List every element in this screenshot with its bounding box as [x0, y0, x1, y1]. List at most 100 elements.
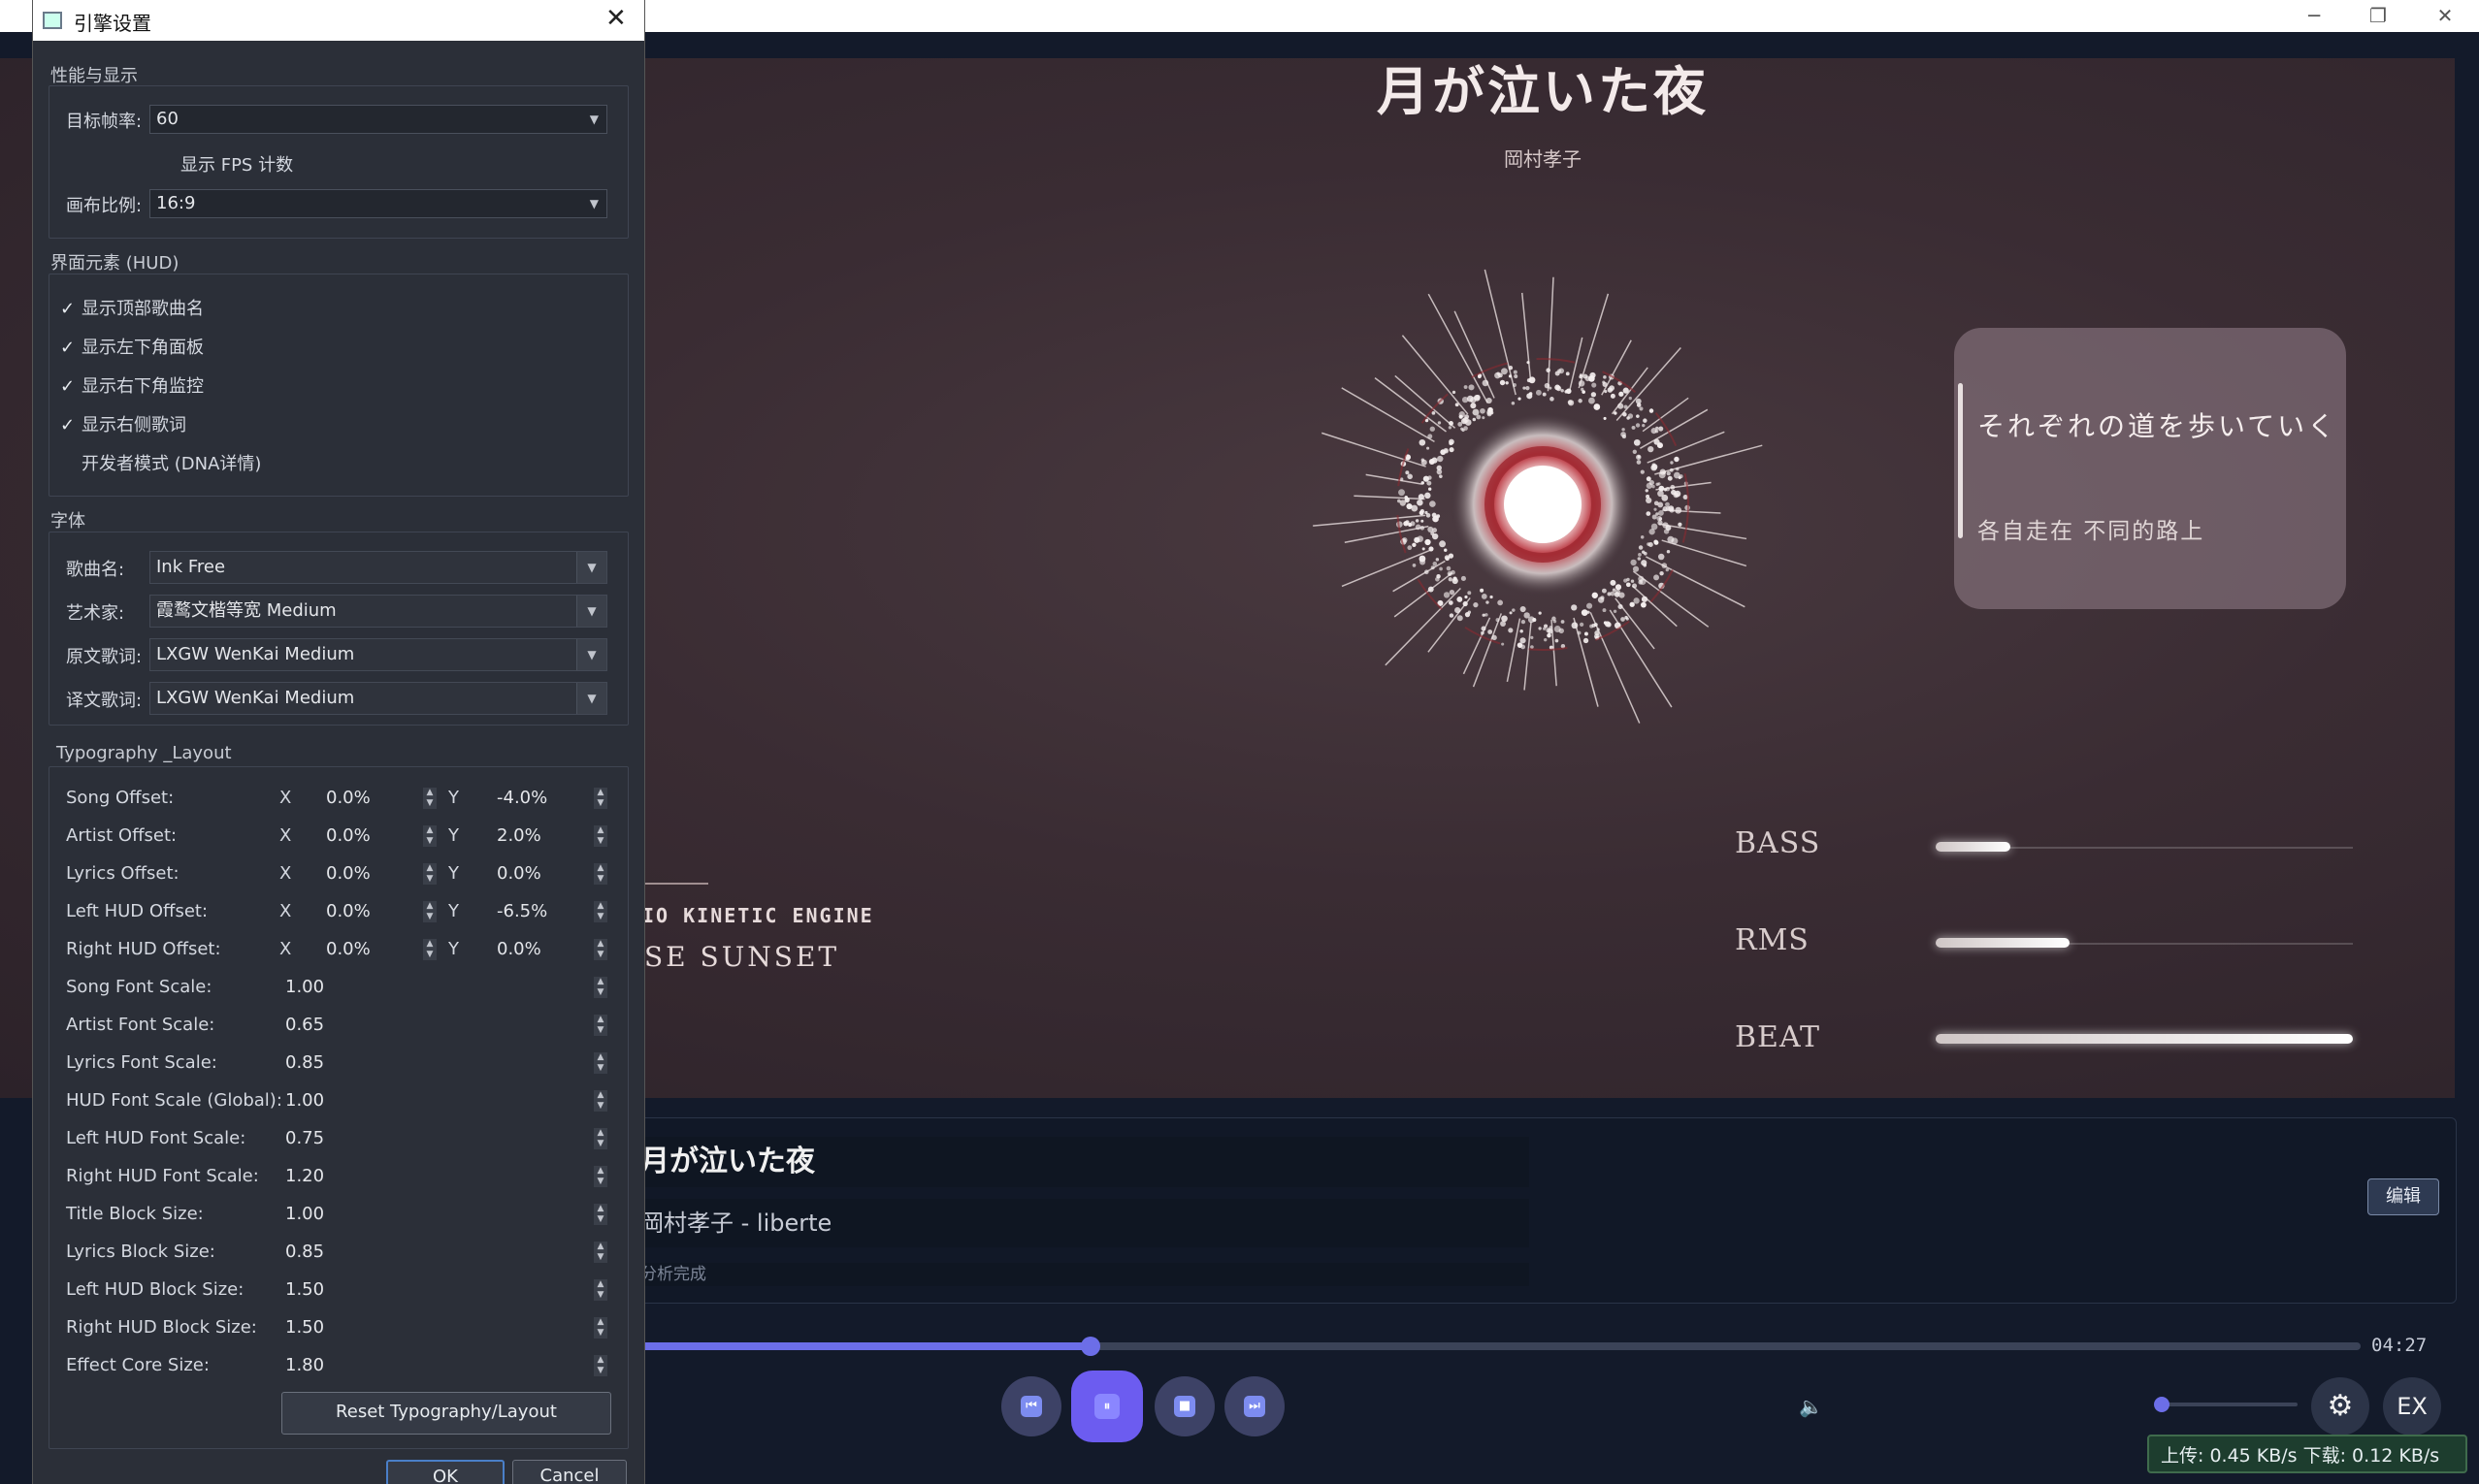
effect-particle: [1412, 542, 1417, 547]
scale-value: 0.85: [285, 1052, 325, 1073]
scale-spinbox[interactable]: 1.00 ▲ ▼: [281, 1200, 609, 1229]
effect-ray: [1547, 276, 1554, 392]
volume-icon[interactable]: 🔈: [1799, 1395, 1823, 1418]
ex-button[interactable]: EX: [2383, 1377, 2441, 1436]
scale-spinbox[interactable]: 1.20 ▲ ▼: [281, 1162, 609, 1191]
scale-spinbox[interactable]: 1.00 ▲ ▼: [281, 1086, 609, 1115]
spin-arrows-icon: ▲ ▼: [423, 863, 437, 885]
effect-particle: [1419, 508, 1425, 514]
offset-x-spinbox[interactable]: 0.0% ▲ ▼: [322, 897, 439, 926]
scale-spinbox[interactable]: 1.50 ▲ ▼: [281, 1275, 609, 1305]
offset-x-value: 0.0%: [326, 788, 371, 808]
spin-arrows-icon: ▲ ▼: [594, 1090, 607, 1112]
restore-button[interactable]: ❐: [2354, 2, 2402, 29]
fps-select[interactable]: 60 ▼: [149, 105, 607, 134]
effect-particle: [1658, 426, 1664, 432]
font-select[interactable]: LXGW WenKai Medium ▼: [149, 638, 607, 671]
pause-button[interactable]: ⏸: [1071, 1371, 1143, 1442]
effect-particle: [1632, 449, 1637, 454]
font-select[interactable]: 霞鹜文楷等宽 Medium ▼: [149, 595, 607, 628]
scale-spinbox[interactable]: 1.50 ▲ ▼: [281, 1313, 609, 1342]
effect-particle: [1454, 403, 1459, 407]
fps-value: 60: [156, 109, 179, 129]
chevron-down-icon: ▼: [576, 683, 606, 714]
effect-particle: [1482, 416, 1485, 420]
offset-x-spinbox[interactable]: 0.0% ▲ ▼: [322, 859, 439, 888]
settings-button[interactable]: ⚙: [2311, 1377, 2369, 1436]
progress-thumb[interactable]: [1081, 1337, 1100, 1356]
effect-particle: [1620, 617, 1625, 622]
effect-particle: [1472, 417, 1477, 422]
volume-slider[interactable]: [2162, 1403, 2298, 1406]
effect-particle: [1651, 514, 1657, 520]
effect-particle: [1457, 422, 1463, 427]
offset-y-spinbox[interactable]: -6.5% ▲ ▼: [493, 897, 609, 926]
ratio-select[interactable]: 16:9 ▼: [149, 189, 607, 218]
effect-particle: [1439, 540, 1447, 548]
effect-particle: [1449, 613, 1454, 618]
effect-particle: [1427, 487, 1432, 491]
scale-spinbox[interactable]: 1.00 ▲ ▼: [281, 973, 609, 1002]
effect-particle: [1475, 394, 1481, 401]
show-fps-checkbox[interactable]: 显示 FPS 计数: [159, 151, 293, 177]
effect-particle: [1505, 381, 1509, 385]
font-select[interactable]: Ink Free ▼: [149, 551, 607, 584]
effect-particle: [1583, 631, 1588, 636]
effect-particle: [1495, 618, 1500, 623]
effect-particle: [1622, 387, 1629, 394]
stop-button[interactable]: ■: [1155, 1376, 1215, 1436]
offset-x-spinbox[interactable]: 0.0% ▲ ▼: [322, 935, 439, 964]
scale-value: 0.75: [285, 1128, 325, 1148]
hud-checkbox[interactable]: ✓ 显示右下角监控: [60, 372, 204, 398]
hud-checkbox[interactable]: ✓ 显示右侧歌词: [60, 411, 186, 436]
ok-button[interactable]: OK: [386, 1460, 505, 1484]
scale-label: Left HUD Font Scale:: [66, 1128, 246, 1148]
effect-particle: [1560, 620, 1565, 624]
edit-button[interactable]: 编辑: [2367, 1178, 2439, 1215]
font-select[interactable]: LXGW WenKai Medium ▼: [149, 682, 607, 715]
effect-particle: [1405, 470, 1410, 475]
effect-ray: [1321, 432, 1426, 468]
close-window-button[interactable]: ✕: [2421, 2, 2469, 29]
hud-checkbox[interactable]: ✓ 显示左下角面板: [60, 334, 204, 359]
hud-checkbox[interactable]: ✓ 显示顶部歌曲名: [60, 295, 204, 320]
offset-y-spinbox[interactable]: 0.0% ▲ ▼: [493, 859, 609, 888]
spin-arrows-icon: ▲ ▼: [594, 1242, 607, 1263]
hud-checkbox[interactable]: 开发者模式 (DNA详情): [60, 450, 261, 475]
offset-y-spinbox[interactable]: 2.0% ▲ ▼: [493, 822, 609, 851]
offset-x-spinbox[interactable]: 0.0% ▲ ▼: [322, 784, 439, 813]
effect-particle: [1577, 630, 1582, 635]
previous-button[interactable]: ⏮: [1001, 1376, 1061, 1436]
effect-particle: [1423, 569, 1429, 575]
spin-arrows-icon: ▲ ▼: [594, 1279, 607, 1301]
chevron-down-icon: ▼: [576, 639, 606, 670]
effect-particle: [1484, 613, 1488, 617]
perf-group-label: 性能与显示: [50, 66, 138, 86]
effect-particle: [1636, 454, 1642, 461]
scale-spinbox[interactable]: 1.80 ▲ ▼: [281, 1351, 609, 1380]
check-icon: ✓: [60, 376, 76, 397]
minimize-button[interactable]: ─: [2290, 2, 2338, 29]
scale-spinbox[interactable]: 0.75 ▲ ▼: [281, 1124, 609, 1153]
offset-y-spinbox[interactable]: -4.0% ▲ ▼: [493, 784, 609, 813]
cancel-button[interactable]: Cancel: [512, 1460, 627, 1484]
volume-thumb[interactable]: [2154, 1397, 2169, 1412]
effect-particle: [1648, 408, 1654, 413]
typography-group-label: Typography _Layout: [56, 743, 232, 763]
offset-x-spinbox[interactable]: 0.0% ▲ ▼: [322, 822, 439, 851]
next-button[interactable]: ⏭: [1224, 1376, 1285, 1436]
effect-particle: [1571, 604, 1578, 611]
dialog-close-button[interactable]: ✕: [605, 4, 627, 33]
hud-checkbox-label: 显示右侧歌词: [82, 415, 186, 436]
effect-particle: [1418, 494, 1424, 500]
scale-spinbox[interactable]: 0.85 ▲ ▼: [281, 1048, 609, 1078]
scale-spinbox[interactable]: 0.85 ▲ ▼: [281, 1238, 609, 1267]
effect-particle: [1582, 390, 1585, 394]
hud-group-label: 界面元素 (HUD): [50, 253, 179, 274]
offset-y-spinbox[interactable]: 0.0% ▲ ▼: [493, 935, 609, 964]
effect-particle: [1454, 607, 1461, 614]
scale-spinbox[interactable]: 0.65 ▲ ▼: [281, 1011, 609, 1040]
reset-typography-button[interactable]: Reset Typography/Layout: [281, 1392, 611, 1435]
effect-particle: [1439, 474, 1443, 478]
effect-particle: [1485, 397, 1492, 404]
